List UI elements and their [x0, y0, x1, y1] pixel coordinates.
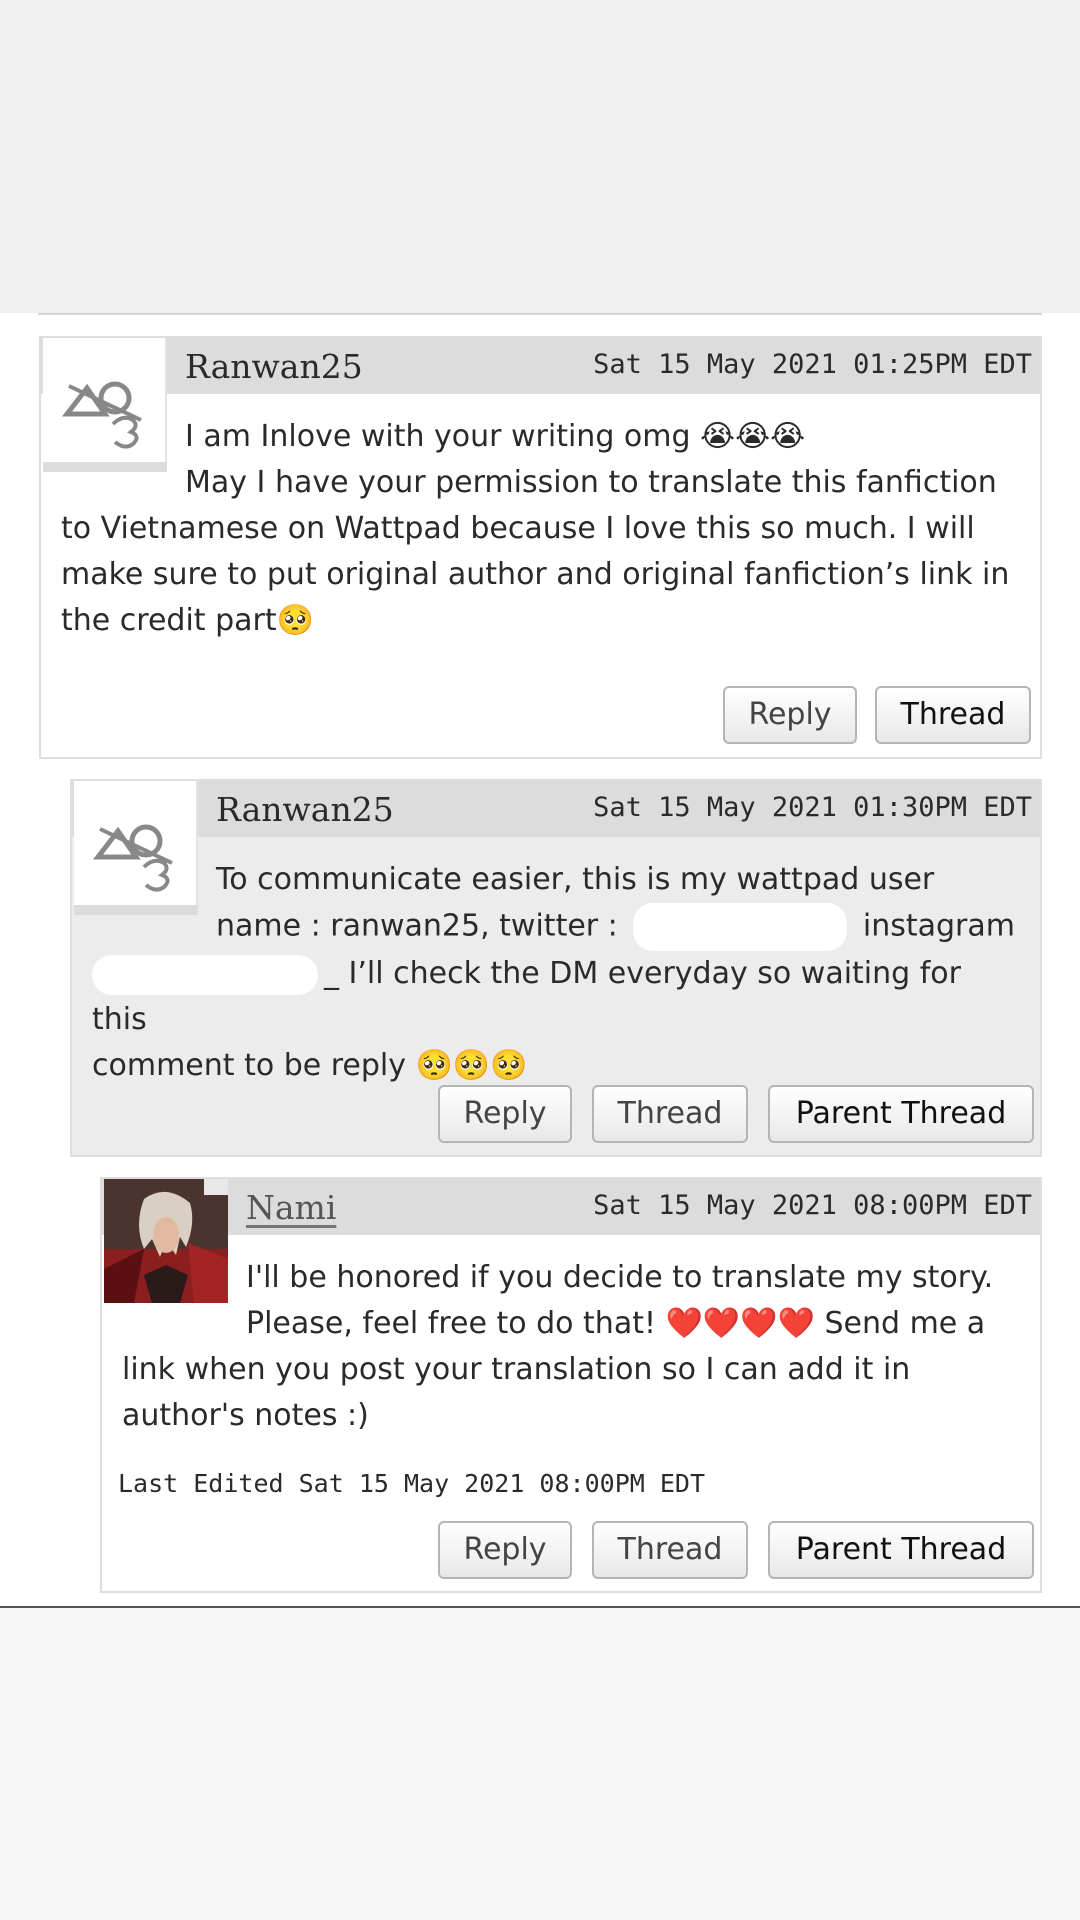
top-blank-area [0, 0, 1080, 313]
comment-username[interactable]: Ranwan25 [185, 347, 363, 386]
comment-header: Nami Sat 15 May 2021 08:00PM EDT [102, 1179, 1040, 1235]
parent-thread-button[interactable]: Parent Thread [768, 1521, 1034, 1579]
comment-card: Ranwan25 Sat 15 May 2021 01:25PM EDT I a… [39, 336, 1042, 759]
comment-text-line: To communicate easier, this is my wattpa… [216, 862, 935, 897]
comment-text-line: I'll be honored if you decide to transla… [246, 1260, 994, 1295]
reply-button[interactable]: Reply [723, 686, 857, 744]
comment-header: Ranwan25 Sat 15 May 2021 01:25PM EDT [41, 338, 1040, 394]
comment-text-line: I am Inlove with your writing omg 😭😭😭 [185, 419, 806, 454]
thread-button[interactable]: Thread [592, 1085, 748, 1143]
comment-body: I'll be honored if you decide to transla… [122, 1255, 1022, 1439]
comment-text-fragment: instagram [862, 908, 1015, 944]
comment-body: I am Inlove with your writing omg 😭😭😭 Ma… [61, 414, 1022, 644]
thread-button[interactable]: Thread [875, 686, 1031, 744]
comment-text-rest: link when you post your translation so I… [122, 1352, 911, 1433]
comment-card: Ranwan25 Sat 15 May 2021 01:30PM EDT To … [70, 779, 1042, 1157]
thread-button[interactable]: Thread [592, 1521, 748, 1579]
comment-text-line: name : ranwan25, twitter : instagram [216, 903, 1022, 951]
comment-text-line: May I have your permission to translate … [185, 465, 997, 500]
comment-date: Sat 15 May 2021 08:00PM EDT [593, 1190, 1032, 1221]
comment-text-rest: to Vietnamese on Wattpad because I love … [61, 511, 1010, 638]
last-edited-text: Last Edited Sat 15 May 2021 08:00PM EDT [118, 1469, 705, 1498]
parent-thread-button[interactable]: Parent Thread [768, 1085, 1034, 1143]
comment-username[interactable]: Nami [246, 1188, 336, 1227]
comment-date: Sat 15 May 2021 01:30PM EDT [593, 792, 1032, 823]
comment-card: Nami Sat 15 May 2021 08:00PM EDT I'll be… [100, 1177, 1042, 1593]
divider [38, 313, 1042, 315]
comment-header: Ranwan25 Sat 15 May 2021 01:30PM EDT [72, 781, 1040, 837]
redacted-area [633, 903, 848, 951]
reply-button[interactable]: Reply [438, 1521, 572, 1579]
redacted-area [92, 954, 318, 995]
comment-text-fragment: name : ranwan25, twitter : [216, 908, 618, 944]
comment-text-line: _ I’ll check the DM everyday so waiting … [92, 951, 1022, 1043]
comment-date: Sat 15 May 2021 01:25PM EDT [593, 349, 1032, 380]
comment-body: To communicate easier, this is my wattpa… [92, 857, 1022, 1089]
bottom-blank-area [0, 1608, 1080, 1920]
comment-text-line: Please, feel free to do that! ❤️❤️❤️❤️ S… [246, 1306, 986, 1341]
reply-button[interactable]: Reply [438, 1085, 572, 1143]
comment-text-line: comment to be reply 🥺🥺🥺 [92, 1048, 528, 1083]
comment-username[interactable]: Ranwan25 [216, 790, 394, 829]
